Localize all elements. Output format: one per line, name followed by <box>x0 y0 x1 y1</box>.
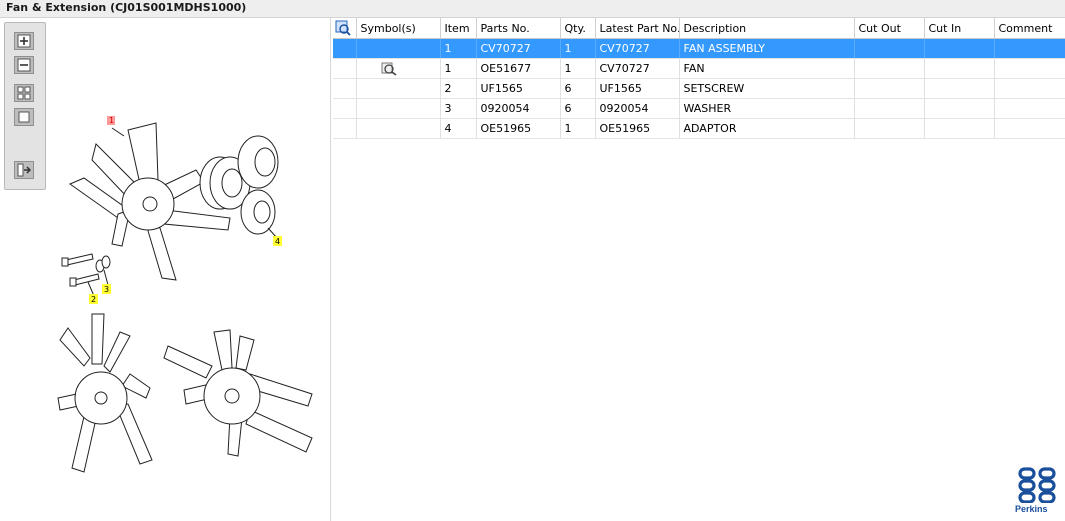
cell-latest-part-no: CV70727 <box>595 38 680 59</box>
cell-latest-part-no: 0920054 <box>595 98 680 119</box>
fan-lower-left <box>57 313 153 473</box>
callout-1: 1 <box>109 116 114 125</box>
cell-qty: 1 <box>560 38 596 59</box>
parts-list-pane: Symbol(s) Item Parts No. Qty. Latest Par… <box>333 18 1065 521</box>
cell-symbol <box>356 118 441 139</box>
table-row[interactable]: 1 CV70727 1 CV70727 FAN ASSEMBLY <box>333 38 1065 59</box>
column-header-cut-in[interactable]: Cut In <box>924 18 995 39</box>
cell-qty: 6 <box>560 78 596 99</box>
cell-comment <box>994 118 1065 139</box>
cell-parts-no: CV70727 <box>476 38 561 59</box>
cell-cut-out <box>854 58 925 79</box>
row-selector[interactable] <box>333 98 357 119</box>
cell-item: 1 <box>440 58 477 79</box>
cell-item: 4 <box>440 118 477 139</box>
cell-description: FAN <box>679 58 855 79</box>
table-row[interactable]: 2 UF1565 6 UF1565 SETSCREW <box>333 78 1065 99</box>
cell-comment <box>994 38 1065 59</box>
cell-cut-out <box>854 38 925 59</box>
cell-parts-no: 0920054 <box>476 98 561 119</box>
fan-lower-right <box>163 329 313 457</box>
title-bar: Fan & Extension (CJ01S001MDHS1000) <box>0 0 1065 18</box>
callout-2: 2 <box>91 295 96 304</box>
column-header-item[interactable]: Item <box>440 18 477 39</box>
illustration-pane[interactable]: 1 2 3 4 <box>0 18 331 521</box>
column-header-parts-no[interactable]: Parts No. <box>476 18 561 39</box>
search-icon <box>335 20 351 36</box>
brand-name: Perkins <box>1015 504 1048 514</box>
cell-description: ADAPTOR <box>679 118 855 139</box>
cell-comment <box>994 58 1065 79</box>
cell-latest-part-no: CV70727 <box>595 58 680 79</box>
window-title: Fan & Extension (CJ01S001MDHS1000) <box>6 1 247 14</box>
parts-table: Symbol(s) Item Parts No. Qty. Latest Par… <box>333 18 1065 139</box>
perkins-logo: Perkins <box>1015 467 1059 517</box>
perkins-logo-mark <box>1018 467 1056 504</box>
row-selector[interactable] <box>333 118 357 139</box>
callout-4: 4 <box>275 237 280 246</box>
cell-latest-part-no: OE51965 <box>595 118 680 139</box>
table-row[interactable]: 3 0920054 6 0920054 WASHER <box>333 98 1065 119</box>
exploded-diagram: 1 2 3 4 <box>57 116 313 473</box>
cell-item: 2 <box>440 78 477 99</box>
cell-cut-out <box>854 78 925 99</box>
cell-cut-out <box>854 118 925 139</box>
table-row[interactable]: 4 OE51965 1 OE51965 ADAPTOR <box>333 118 1065 139</box>
row-selector[interactable] <box>333 38 357 59</box>
cell-cut-in <box>924 58 995 79</box>
magnifier-icon[interactable] <box>381 62 399 76</box>
cell-latest-part-no: UF1565 <box>595 78 680 99</box>
setscrews-washers <box>61 253 111 287</box>
cell-cut-in <box>924 38 995 59</box>
table-row[interactable]: 1 OE51677 1 CV70727 FAN <box>333 58 1065 79</box>
cell-item: 1 <box>440 38 477 59</box>
cell-symbol <box>356 98 441 119</box>
cell-cut-in <box>924 118 995 139</box>
column-header-comment[interactable]: Comment <box>994 18 1065 39</box>
cell-qty: 6 <box>560 98 596 119</box>
cell-parts-no: OE51677 <box>476 58 561 79</box>
row-selector[interactable] <box>333 58 357 79</box>
cell-description: FAN ASSEMBLY <box>679 38 855 59</box>
cell-description: WASHER <box>679 98 855 119</box>
cell-cut-in <box>924 78 995 99</box>
column-header-latest-part-no[interactable]: Latest Part No. <box>595 18 680 39</box>
cell-symbol[interactable] <box>356 58 441 79</box>
cell-symbol <box>356 38 441 59</box>
cell-cut-in <box>924 98 995 119</box>
column-header-symbols[interactable]: Symbol(s) <box>356 18 441 39</box>
cell-comment <box>994 78 1065 99</box>
cell-qty: 1 <box>560 118 596 139</box>
column-header-search[interactable] <box>333 18 357 39</box>
column-header-cut-out[interactable]: Cut Out <box>854 18 925 39</box>
column-header-qty[interactable]: Qty. <box>560 18 596 39</box>
cell-cut-out <box>854 98 925 119</box>
cell-comment <box>994 98 1065 119</box>
cell-parts-no: OE51965 <box>476 118 561 139</box>
cell-item: 3 <box>440 98 477 119</box>
cell-parts-no: UF1565 <box>476 78 561 99</box>
column-header-description[interactable]: Description <box>679 18 855 39</box>
cell-qty: 1 <box>560 58 596 79</box>
row-selector[interactable] <box>333 78 357 99</box>
table-header: Symbol(s) Item Parts No. Qty. Latest Par… <box>333 18 1065 39</box>
cell-symbol <box>356 78 441 99</box>
callout-3: 3 <box>104 285 109 294</box>
cell-description: SETSCREW <box>679 78 855 99</box>
